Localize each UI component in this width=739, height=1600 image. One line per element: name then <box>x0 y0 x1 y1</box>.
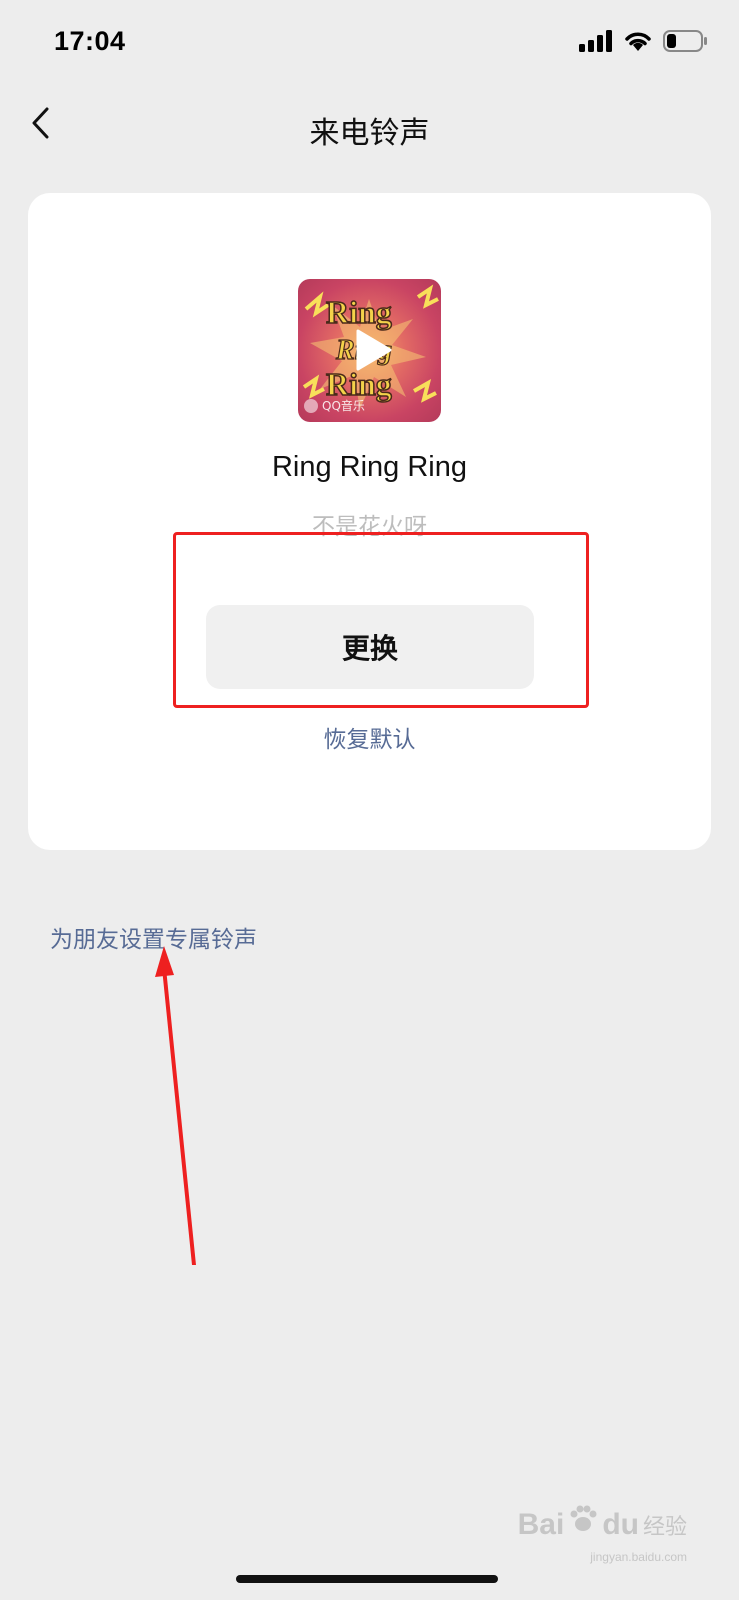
paw-icon <box>570 1505 597 1531</box>
annotation-arrow <box>155 946 196 1265</box>
watermark-url: jingyan.baidu.com <box>590 1550 687 1564</box>
watermark-brand: Bai <box>517 1508 565 1541</box>
baidu-watermark: Bai du 经验 <box>518 1504 687 1542</box>
watermark-brand-suffix: du <box>602 1508 639 1541</box>
watermark-cn: 经验 <box>642 1515 687 1540</box>
home-indicator[interactable] <box>236 1575 498 1583</box>
